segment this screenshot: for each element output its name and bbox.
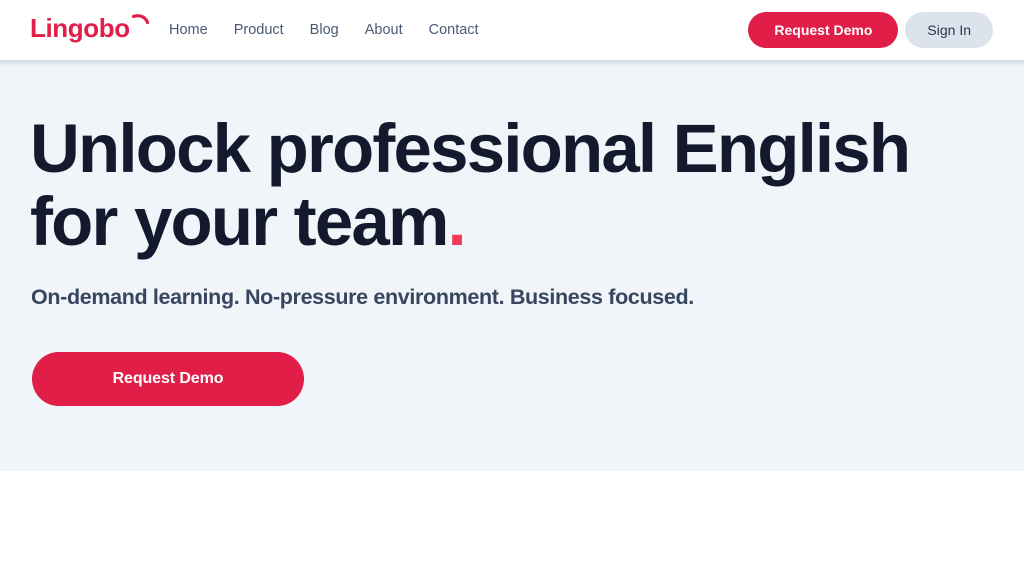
nav-link-blog[interactable]: Blog [310,23,339,38]
nav-link-home[interactable]: Home [169,23,208,38]
hero-subtitle: On-demand learning. No-pressure environm… [31,285,694,309]
nav-link-contact[interactable]: Contact [429,23,479,38]
hero-title-line-2: for your team [30,183,449,260]
brand-logo[interactable]: Lingobo [30,13,150,47]
landing-page: Lingobo Home Product Blog About Contact … [0,0,1024,576]
hero-title-line-1: Unlock professional English [30,110,911,187]
site-header: Lingobo Home Product Blog About Contact … [0,0,1024,60]
below-fold-area [0,471,1024,576]
header-shadow [0,60,1024,67]
nav-link-about[interactable]: About [365,23,403,38]
header-request-demo-button[interactable]: Request Demo [748,12,899,48]
hero-request-demo-button[interactable]: Request Demo [32,352,304,406]
hero-title: Unlock professional English for your tea… [30,110,911,260]
hero-section: Unlock professional English for your tea… [0,60,1024,471]
hero-title-period: . [447,183,467,260]
header-actions: Request Demo Sign In [748,0,993,60]
brand-logo-text: Lingobo [30,13,130,43]
nav-link-product[interactable]: Product [234,23,284,38]
swoosh-accent-icon [131,14,150,25]
sign-in-button[interactable]: Sign In [905,12,993,48]
header-inner: Lingobo Home Product Blog About Contact … [0,0,1024,60]
main-navigation: Home Product Blog About Contact [169,0,479,60]
